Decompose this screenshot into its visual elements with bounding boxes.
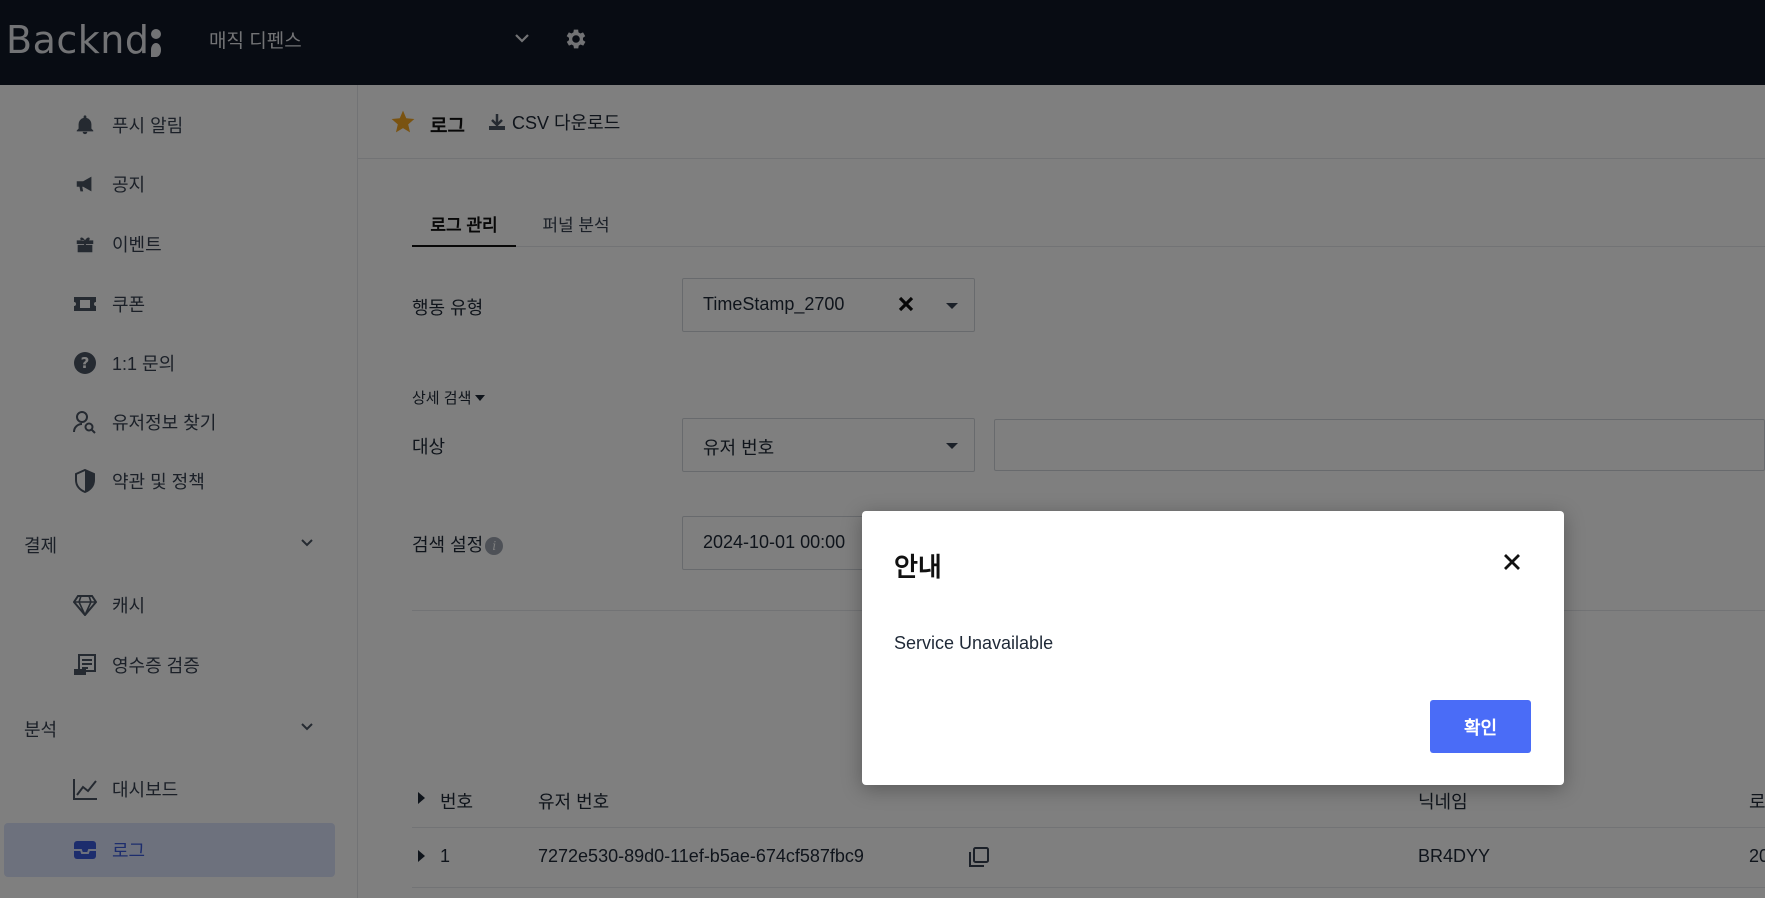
modal-message: Service Unavailable [894, 633, 1054, 653]
modal-title: 안내 [894, 552, 942, 582]
info-modal: 안내 Service Unavailable 확인 [862, 511, 1564, 785]
close-icon[interactable] [1499, 549, 1525, 575]
confirm-button[interactable]: 확인 [1430, 700, 1531, 753]
